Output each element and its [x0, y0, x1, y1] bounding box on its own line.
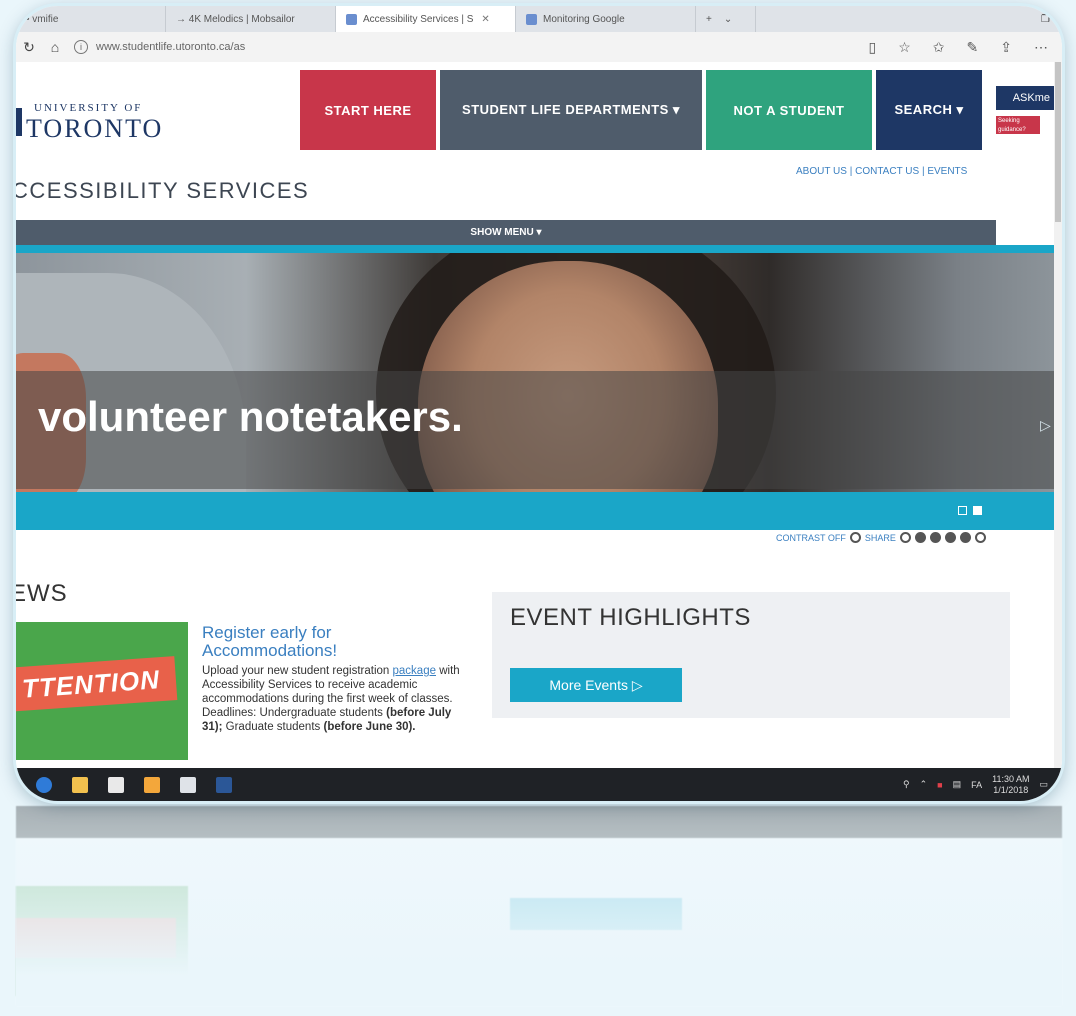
carousel-dots [958, 506, 982, 515]
news-heading: EWS [16, 580, 68, 607]
mail-icon[interactable] [180, 776, 196, 793]
browser-tab-active[interactable]: Accessibility Services | S ✕ [336, 6, 516, 32]
browser-tab[interactable]: • vmifie [16, 6, 166, 32]
file-explorer-icon[interactable] [72, 776, 88, 793]
windows-taskbar: ⚲ ⌃ ■ ▤ FA 11:30 AM 1/1/2018 ▭ [16, 768, 1062, 801]
tab-label: → 4K Melodics | Mobsailor [176, 13, 295, 25]
site-title: CCESSIBILITY SERVICES [16, 178, 310, 203]
pen-icon[interactable]: ✎ [967, 39, 979, 56]
tab-label: • vmifie [26, 13, 59, 25]
close-tab-icon[interactable]: ✕ [481, 14, 489, 25]
site-info-icon[interactable]: i [74, 40, 88, 54]
crest-icon [16, 108, 22, 136]
logo-line1: UNIVERSITY OF [34, 102, 143, 114]
utility-links[interactable]: ABOUT US | CONTACT US | EVENTS [796, 166, 967, 177]
hero-carousel[interactable]: volunteer notetakers. ▷ [16, 253, 1062, 530]
contrast-icon[interactable] [849, 532, 861, 543]
home-icon[interactable]: ⌂ [42, 39, 68, 55]
carousel-next-icon[interactable]: ▷ [1040, 417, 1051, 434]
system-tray: ⚲ ⌃ ■ ▤ FA 11:30 AM 1/1/2018 ▭ [903, 774, 1062, 796]
favorites-hub-icon[interactable]: ✩ [933, 39, 945, 56]
carousel-dot[interactable] [958, 506, 967, 515]
news-body-text: Upload your new student registration [202, 665, 390, 677]
reddit-icon[interactable] [944, 532, 956, 543]
web-page: UNIVERSITY OF TORONTO START HERE STUDENT… [16, 62, 1062, 768]
carousel-footer-bar [16, 492, 1062, 530]
clock[interactable]: 11:30 AM 1/1/2018 [992, 774, 1029, 796]
clock-date: 1/1/2018 [993, 784, 1029, 795]
clock-time: 11:30 AM [992, 773, 1030, 784]
email-share-icon[interactable] [899, 532, 911, 543]
address-bar-row: ↻ ⌂ i www.studentlife.utoronto.ca/as ▯ ☆… [16, 32, 1062, 63]
nav-not-a-student[interactable]: NOT A STUDENT [706, 70, 872, 150]
news-title-link[interactable]: Register early for Accommodations! [202, 624, 442, 660]
refresh-icon[interactable]: ↻ [16, 39, 42, 56]
new-tab-icon[interactable]: + [706, 14, 712, 25]
facebook-icon[interactable] [914, 532, 926, 543]
news-body-text: Graduate students [225, 721, 321, 733]
reading-view-icon[interactable]: ▯ [869, 39, 877, 56]
store-icon[interactable] [108, 776, 124, 793]
address-field[interactable]: i www.studentlife.utoronto.ca/as [74, 40, 245, 54]
new-tab-area[interactable]: + ⌄ [696, 6, 756, 32]
browser-tab[interactable]: Monitoring Google [516, 6, 696, 32]
reflection-fade [16, 806, 1062, 1006]
contrast-toggle-label[interactable]: CONTRAST OFF [776, 533, 846, 543]
linkedin-icon[interactable] [959, 532, 971, 543]
sticky-notes-icon[interactable] [144, 776, 160, 793]
favorite-star-icon[interactable]: ☆ [898, 39, 911, 56]
notifications-icon[interactable]: ▭ [1039, 779, 1048, 790]
news-image[interactable]: TTENTION [16, 622, 188, 760]
url-text: www.studentlife.utoronto.ca/as [96, 41, 246, 53]
browser-tab[interactable]: → 4K Melodics | Mobsailor [166, 6, 336, 32]
nav-search[interactable]: SEARCH ▾ [876, 70, 982, 150]
nav-start-here[interactable]: START HERE [300, 70, 436, 150]
package-link[interactable]: package [393, 665, 436, 677]
share-icon[interactable]: ⇪ [1000, 39, 1012, 56]
restore-window-icon[interactable]: ❐ [1041, 14, 1050, 25]
network-icon[interactable]: ▤ [953, 779, 962, 790]
askme-badge[interactable]: ASKme Seeking guidance? [996, 86, 1054, 146]
page-scrollbar[interactable] [1054, 62, 1062, 768]
scrollbar-thumb[interactable] [1055, 62, 1061, 222]
hero-caption: volunteer notetakers. [38, 393, 463, 440]
more-icon[interactable]: ⋯ [1034, 39, 1048, 56]
security-alert-icon[interactable]: ■ [937, 780, 942, 790]
page-favicon-icon [346, 13, 357, 25]
event-highlights-heading: EVENT HIGHLIGHTS [510, 604, 751, 631]
word-icon[interactable] [216, 776, 232, 793]
tab-label: Accessibility Services | S [363, 13, 474, 25]
askme-subtext: Seeking guidance? [996, 116, 1040, 134]
nav-student-life-departments[interactable]: STUDENT LIFE DEPARTMENTS ▾ [440, 70, 702, 150]
show-hidden-icons-icon[interactable]: ⌃ [920, 779, 928, 790]
show-menu-button[interactable]: SHOW MENU ▾ [16, 220, 996, 245]
page-favicon-icon [526, 13, 537, 25]
more-share-icon[interactable] [974, 532, 986, 543]
more-events-button[interactable]: More Events ▷ [510, 668, 682, 702]
tab-list-icon[interactable]: ⌄ [724, 14, 732, 25]
browser-tab-bar: • vmifie → 4K Melodics | Mobsailor Acces… [16, 6, 1062, 32]
tab-label: Monitoring Google [543, 13, 625, 25]
carousel-dot-active[interactable] [973, 506, 982, 515]
grad-deadline: (before June 30). [323, 721, 416, 733]
browser-toolbar: ▯ ☆ ✩ ✎ ⇪ ⋯ [869, 39, 1062, 56]
accent-divider [16, 245, 1062, 253]
pinterest-icon[interactable] [929, 532, 941, 543]
news-body: Upload your new student registration pac… [202, 664, 462, 734]
hero-caption-band: volunteer notetakers. [16, 371, 1062, 489]
edge-browser-icon[interactable] [36, 776, 52, 793]
attention-sign-text: TTENTION [16, 656, 178, 712]
logo-line2: TORONTO [26, 114, 164, 143]
people-icon[interactable]: ⚲ [903, 779, 910, 790]
askme-label: ASKme [996, 86, 1054, 110]
share-label: SHARE [864, 532, 896, 543]
contrast-share-row: CONTRAST OFF SHARE [776, 532, 986, 543]
language-indicator[interactable]: FA [971, 780, 982, 790]
screen-frame: • vmifie → 4K Melodics | Mobsailor Acces… [16, 6, 1062, 801]
window-controls: ❐ [1041, 14, 1062, 25]
event-highlights-panel: EVENT HIGHLIGHTS More Events ▷ [492, 592, 1010, 718]
